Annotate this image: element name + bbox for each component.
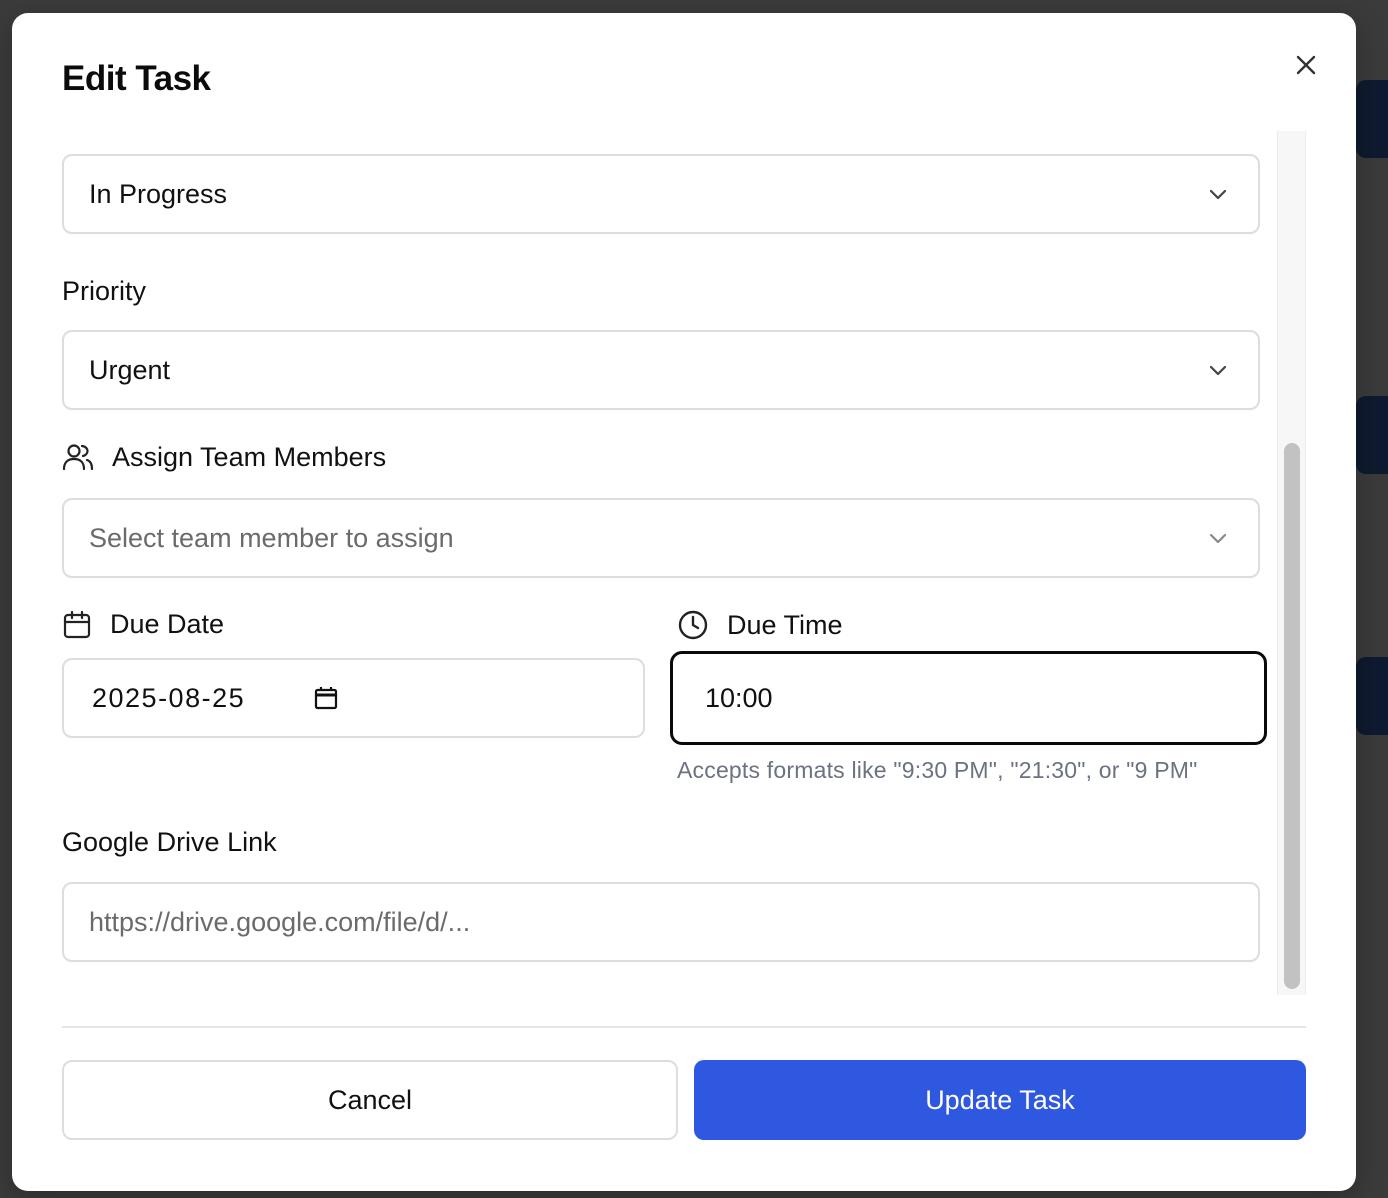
priority-select-value: Urgent xyxy=(89,354,171,385)
update-task-button[interactable]: Update Task xyxy=(694,1060,1306,1140)
due-time-input[interactable]: 10:00 xyxy=(670,651,1267,745)
due-time-hint: Accepts formats like "9:30 PM", "21:30",… xyxy=(677,757,1198,783)
due-time-label-text: Due Time xyxy=(727,609,843,640)
team-member-select[interactable]: Select team member to assign xyxy=(62,498,1260,578)
chevron-down-icon xyxy=(1209,189,1227,200)
background-element xyxy=(1356,80,1388,158)
due-time-label: Due Time xyxy=(677,609,843,641)
assign-members-label-text: Assign Team Members xyxy=(112,441,387,472)
clock-icon xyxy=(678,610,708,640)
close-icon xyxy=(1296,55,1316,75)
due-time-value: 10:00 xyxy=(705,682,773,713)
footer-divider xyxy=(62,1026,1306,1028)
background-element xyxy=(1356,396,1388,474)
assign-members-label: Assign Team Members xyxy=(62,441,386,473)
calendar-icon xyxy=(63,610,91,638)
drive-link-placeholder: https://drive.google.com/file/d/... xyxy=(89,906,471,937)
due-date-label: Due Date xyxy=(62,609,224,640)
status-select[interactable]: In Progress xyxy=(62,154,1260,234)
priority-select[interactable]: Urgent xyxy=(62,330,1260,410)
due-date-input[interactable]: 2025-08-25 xyxy=(62,658,645,738)
due-date-value: 2025-08-25 xyxy=(92,682,246,713)
background-element xyxy=(1356,657,1388,735)
users-icon xyxy=(62,444,94,471)
drive-link-input[interactable]: https://drive.google.com/file/d/... xyxy=(62,882,1260,962)
dialog-title: Edit Task xyxy=(62,59,211,98)
close-button[interactable] xyxy=(1288,47,1324,83)
team-member-placeholder: Select team member to assign xyxy=(89,522,454,553)
cancel-button[interactable]: Cancel xyxy=(62,1060,678,1140)
drive-link-label: Google Drive Link xyxy=(62,827,277,858)
chevron-down-icon xyxy=(1209,365,1227,376)
date-picker-icon[interactable] xyxy=(314,686,338,710)
edit-task-dialog: Edit Task In Progress Priority Urgent As… xyxy=(12,13,1356,1191)
scrollbar-thumb[interactable] xyxy=(1284,443,1300,989)
drive-link-label-text: Google Drive Link xyxy=(62,827,277,857)
due-date-label-text: Due Date xyxy=(110,609,225,639)
status-select-value: In Progress xyxy=(89,178,228,209)
priority-label: Priority xyxy=(62,276,146,307)
priority-label-text: Priority xyxy=(62,276,147,306)
chevron-down-icon xyxy=(1209,533,1227,544)
